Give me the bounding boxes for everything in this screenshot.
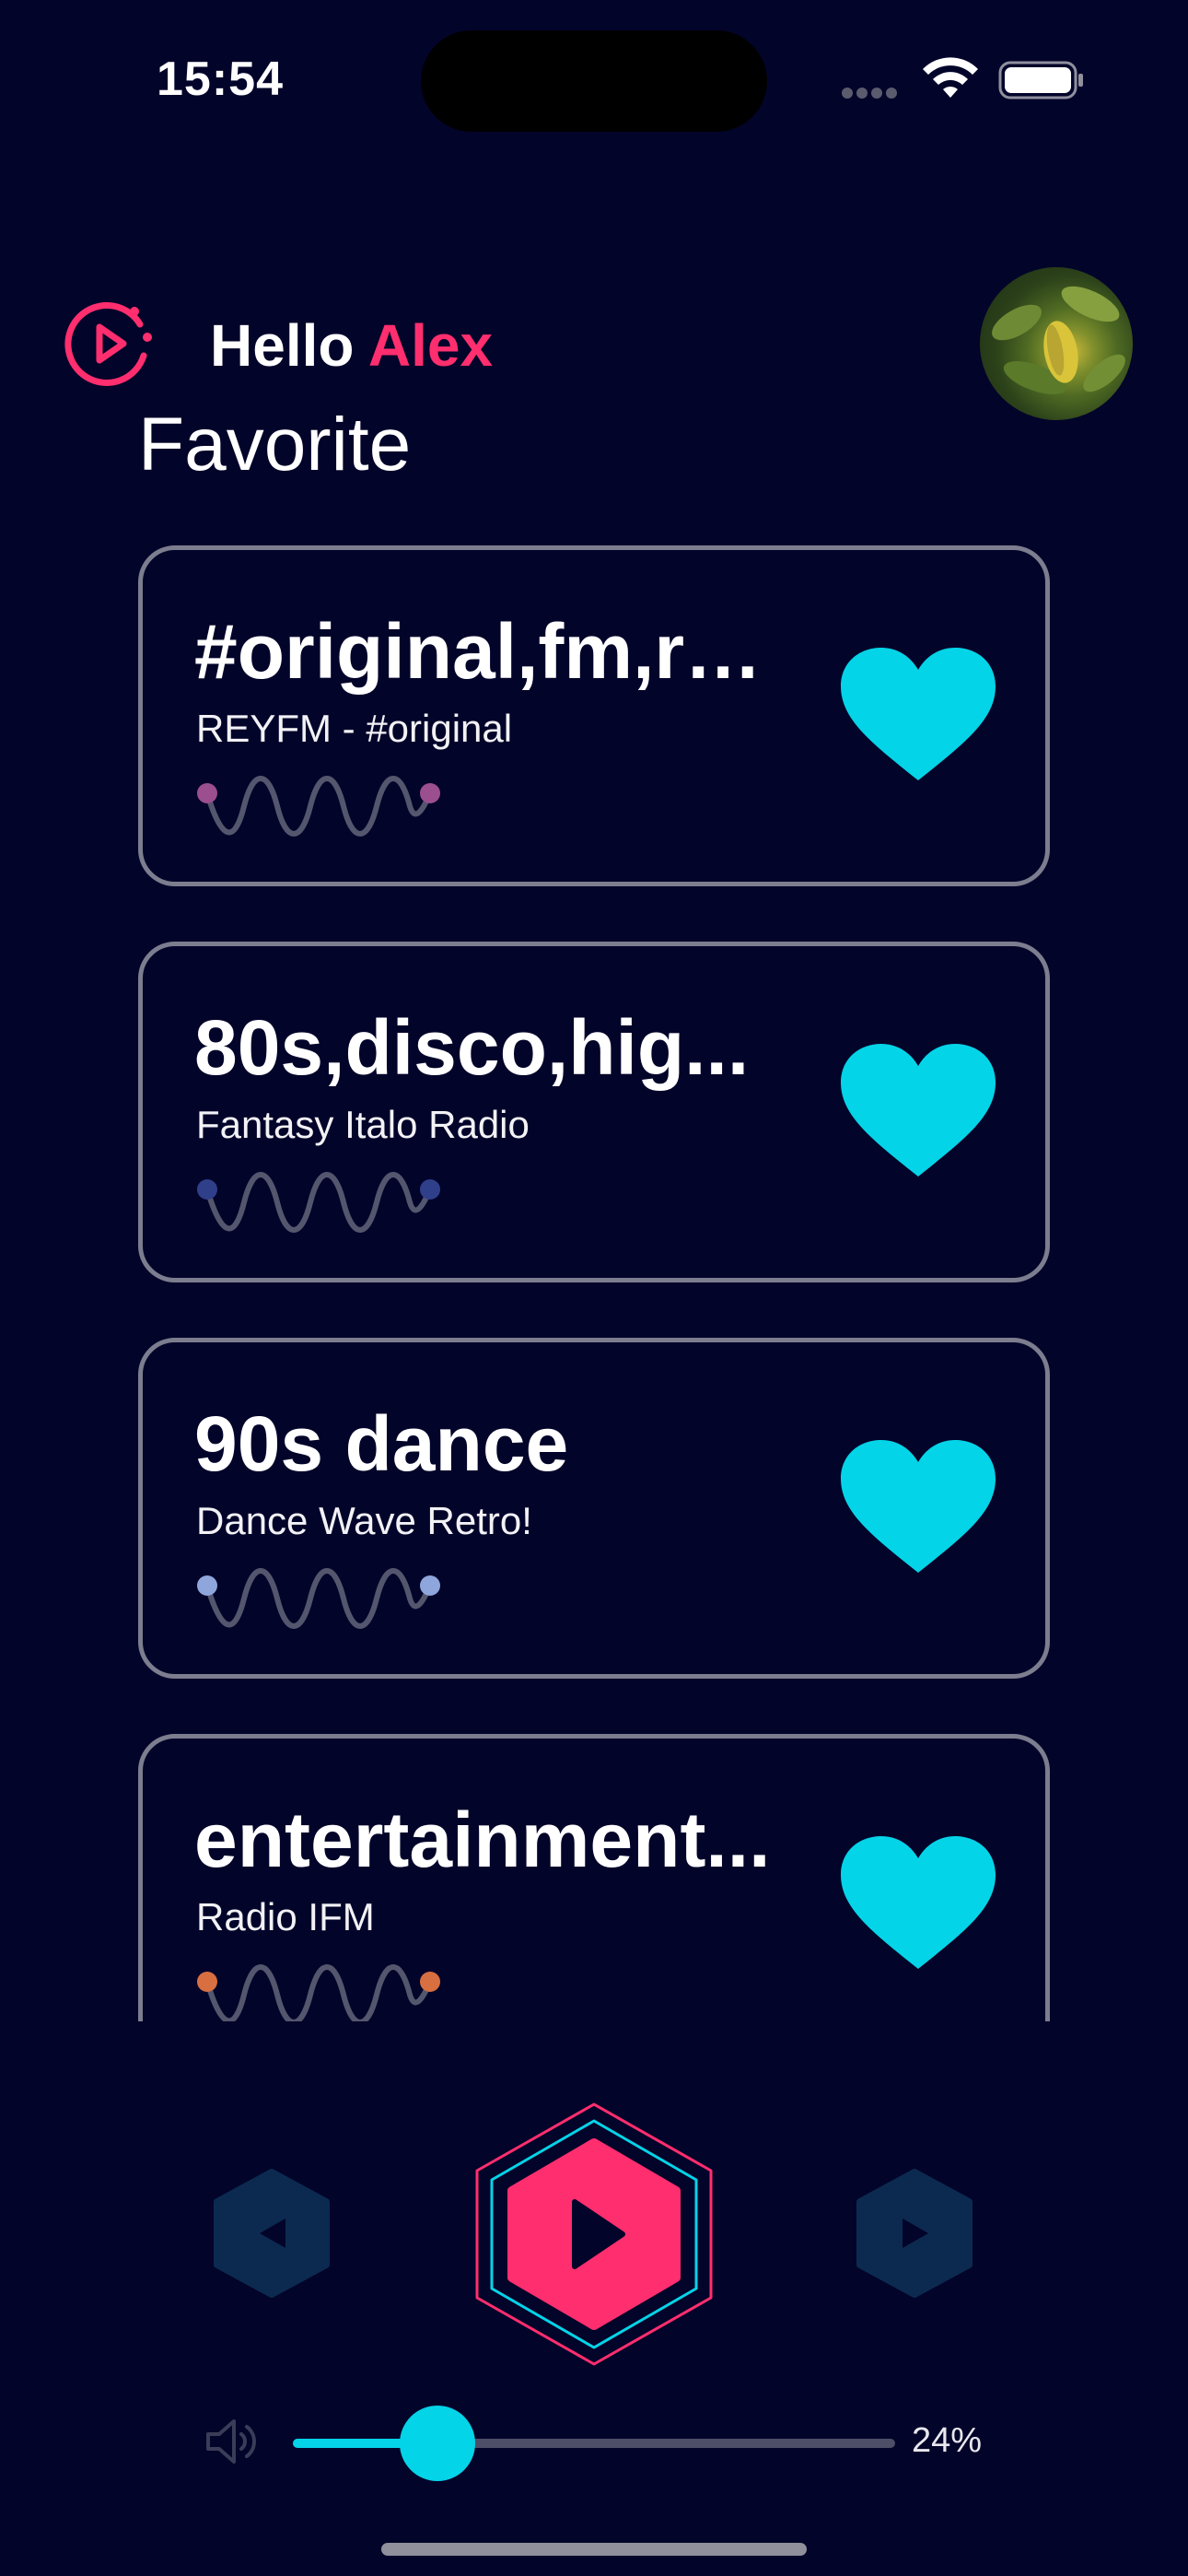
home-indicator[interactable]: [381, 2543, 807, 2556]
waveform-icon: [197, 776, 440, 837]
next-button[interactable]: [855, 2169, 974, 2298]
wave-dot: [197, 1575, 217, 1596]
volume-slider[interactable]: [293, 2406, 895, 2481]
wave-dot: [197, 1972, 217, 1992]
status-bar: 15:54: [0, 0, 1188, 157]
play-button[interactable]: [472, 2101, 716, 2368]
status-time: 15:54: [157, 53, 284, 106]
user-name: Alex: [367, 312, 494, 379]
station-tags: 90s dance: [194, 1400, 569, 1487]
avatar[interactable]: [980, 267, 1133, 420]
waveform-icon: [197, 1964, 440, 2021]
cellular-signal-icon: [842, 87, 906, 99]
page-title: Favorite: [138, 403, 412, 486]
station-tags: #original,fm,re...: [194, 608, 784, 695]
wave-dot: [420, 1179, 440, 1200]
heart-icon[interactable]: [835, 1831, 1001, 1978]
dynamic-island: [421, 30, 767, 132]
volume-thumb[interactable]: [400, 2406, 475, 2481]
heart-icon[interactable]: [835, 1038, 1001, 1186]
station-name: Dance Wave Retro!: [196, 1499, 532, 1542]
favorite-card[interactable]: 90s dance Dance Wave Retro!: [138, 1338, 1050, 1679]
wave-dot: [420, 1575, 440, 1596]
favorite-card[interactable]: entertainment... Radio IFM: [138, 1734, 1050, 2021]
previous-button[interactable]: [212, 2169, 332, 2298]
wifi-icon: [923, 57, 978, 98]
heart-icon[interactable]: [835, 1434, 1001, 1582]
heart-icon[interactable]: [835, 642, 1001, 790]
avatar-photo: [992, 286, 1125, 395]
wave-dot: [197, 1179, 217, 1200]
favorite-card[interactable]: #original,fm,re... REYFM - #original: [138, 545, 1050, 886]
station-tags: entertainment...: [194, 1797, 771, 1883]
battery-icon: [998, 61, 1083, 100]
waveform-icon: [197, 1568, 440, 1629]
greeting-prefix: Hello: [210, 312, 355, 379]
waveform-icon: [197, 1172, 440, 1233]
favorite-card[interactable]: 80s,disco,hig... Fantasy Italo Radio: [138, 942, 1050, 1282]
station-name: Radio IFM: [196, 1895, 375, 1938]
speaker-icon: [206, 2419, 256, 2464]
wave-dot: [420, 783, 440, 803]
station-name: REYFM - #original: [196, 707, 513, 750]
greeting: Hello Alex: [210, 311, 493, 380]
wave-dot: [197, 783, 217, 803]
wave-dot: [420, 1972, 440, 1992]
station-tags: 80s,disco,hig...: [194, 1004, 750, 1091]
volume-value: 24%: [912, 2421, 983, 2460]
station-name: Fantasy Italo Radio: [196, 1103, 530, 1146]
play-logo-icon[interactable]: [63, 297, 157, 391]
favorites-list[interactable]: #original,fm,re... REYFM - #original 80s…: [138, 545, 1050, 2021]
